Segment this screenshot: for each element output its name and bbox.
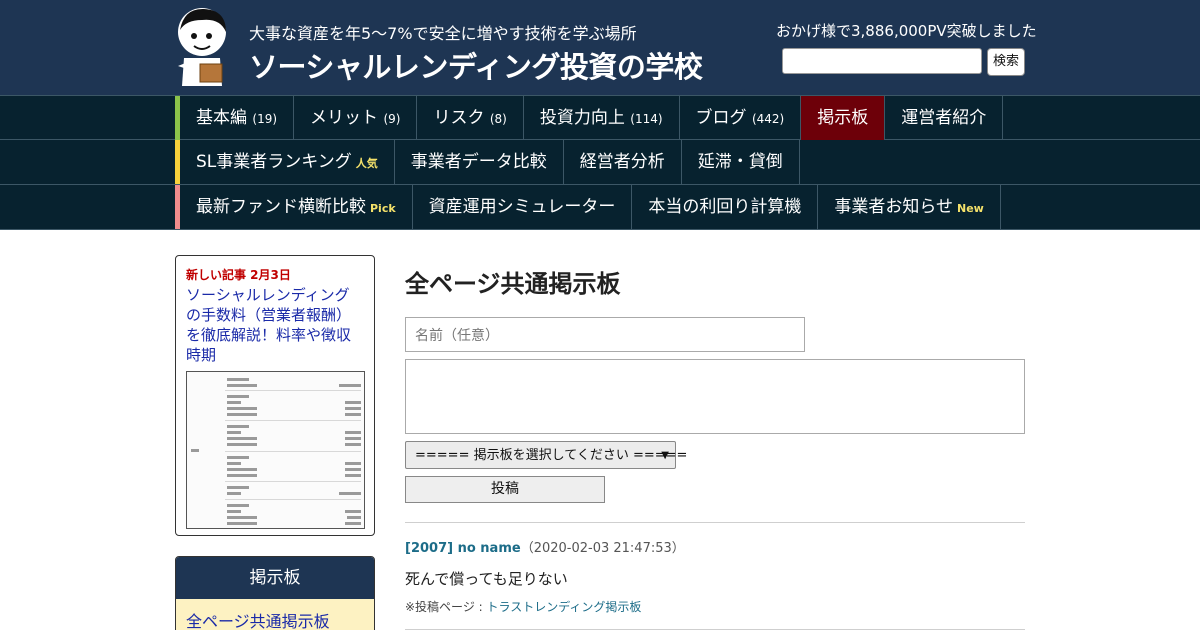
nav-item-risk[interactable]: リスク (8) — [417, 96, 524, 140]
nav-item-news[interactable]: 事業者お知らせ New — [818, 185, 1001, 229]
new-article-date: 新しい記事 2月3日 — [186, 268, 291, 282]
post-author[interactable]: [2007] no name — [405, 541, 521, 556]
divider — [405, 522, 1025, 523]
pick-badge: Pick — [370, 202, 396, 215]
message-textarea[interactable] — [405, 359, 1025, 434]
nav-item-about[interactable]: 運営者紹介 — [885, 96, 1004, 140]
nav-item-default[interactable]: 延滞・貸倒 — [682, 140, 800, 184]
name-field[interactable] — [405, 317, 805, 352]
nav-row-2: SL事業者ランキング 人気 事業者データ比較 経営者分析 延滞・貸倒 — [0, 140, 1200, 185]
bbs-common-link[interactable]: 全ページ共通掲示板 — [176, 599, 374, 630]
board-select[interactable]: ===== 掲示板を選択してください ===== ▼ — [405, 441, 687, 469]
site-title[interactable]: ソーシャルレンディング投資の学校 — [249, 44, 703, 86]
search-input[interactable] — [782, 48, 982, 74]
nav-item-skills[interactable]: 投資力向上 (114) — [524, 96, 680, 140]
pageview-notice: おかげ様で3,886,000PV突破しました — [776, 22, 1037, 40]
site-tagline: 大事な資産を年5～7%で安全に増やす技術を学ぶ場所 — [249, 24, 637, 43]
nav-row-3: 最新ファンド横断比較 Pick 資産運用シミュレーター 本当の利回り計算機 事業者… — [0, 185, 1200, 230]
popular-badge: 人気 — [355, 157, 378, 170]
post-header: [2007] no name（2020-02-03 21:47:53） — [405, 537, 685, 556]
board-select-value: ===== 掲示板を選択してください ===== — [415, 448, 688, 463]
new-article-thumbnail[interactable] — [186, 371, 365, 529]
nav-item-blog[interactable]: ブログ (442) — [680, 96, 802, 140]
post-source-link[interactable]: トラストレンディング掲示板 — [487, 600, 642, 614]
dropdown-arrow-icon: ▼ — [661, 450, 669, 461]
bbs-sidebar-widget: 掲示板 全ページ共通掲示板 — [175, 556, 375, 630]
page-title: 全ページ共通掲示板 — [405, 270, 621, 298]
new-article-box: 新しい記事 2月3日 ソーシャルレンディングの手数料（営業者報酬）を徹底解説！料… — [175, 255, 375, 536]
nav-item-yield-calculator[interactable]: 本当の利回り計算機 — [632, 185, 819, 229]
nav-item-ranking[interactable]: SL事業者ランキング 人気 — [180, 140, 395, 184]
nav-item-simulator[interactable]: 資産運用シミュレーター — [413, 185, 633, 229]
post-timestamp: （2020-02-03 21:47:53） — [520, 541, 685, 556]
bbs-widget-heading: 掲示板 — [176, 557, 374, 599]
new-article-link[interactable]: ソーシャルレンディングの手数料（営業者報酬）を徹底解説！料率や徴収時期 — [186, 285, 364, 365]
new-badge: New — [957, 202, 984, 215]
nav-item-basics[interactable]: 基本編 (19) — [180, 96, 295, 140]
post-source: ※投稿ページ : トラストレンディング掲示板 — [405, 598, 641, 615]
nav-item-data-compare[interactable]: 事業者データ比較 — [395, 140, 564, 184]
post-source-label: ※投稿ページ : — [405, 600, 487, 614]
nav-item-executive-analysis[interactable]: 経営者分析 — [564, 140, 682, 184]
post-button[interactable]: 投稿 — [405, 476, 605, 503]
nav-item-fund-compare[interactable]: 最新ファンド横断比較 Pick — [180, 185, 413, 229]
nav-item-merit[interactable]: メリット (9) — [294, 96, 418, 140]
search-button[interactable]: 検索 — [987, 48, 1025, 76]
post-body: 死んで償っても足りない — [405, 570, 568, 588]
nav-row-1: 基本編 (19) メリット (9) リスク (8) 投資力向上 (114) ブロ… — [0, 95, 1200, 140]
nav-item-bbs[interactable]: 掲示板 — [801, 96, 886, 140]
site-header: 大事な資産を年5～7%で安全に増やす技術を学ぶ場所 ソーシャルレンディング投資の… — [0, 0, 1200, 95]
mascot-logo-icon[interactable] — [174, 6, 232, 88]
